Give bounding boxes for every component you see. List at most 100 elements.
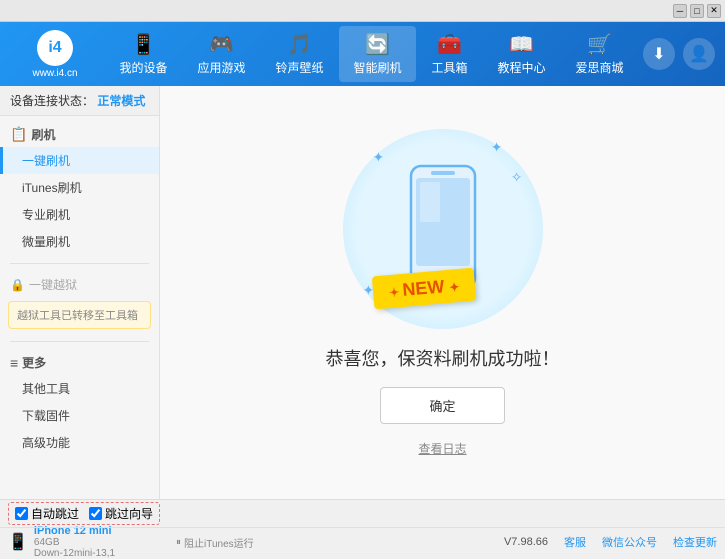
nav-my-device[interactable]: 📱 我的设备 (105, 26, 181, 82)
my-device-icon: 📱 (131, 32, 156, 57)
phone-wrap: NEW (403, 162, 483, 295)
content-area: ✦ ✦ ✦ ✧ (160, 86, 725, 499)
nav-tutorials[interactable]: 📖 教程中心 (484, 26, 560, 82)
divider-2 (10, 341, 149, 342)
device-storage: 64GB (34, 537, 115, 548)
bottom-bottom-row: 📱 iPhone 12 mini 64GB Down-12mini-13,1 ⏸… (0, 528, 725, 556)
sidebar-download-firmware[interactable]: 下载固件 (0, 402, 159, 429)
success-message: 恭喜您，保资料刷机成功啦！ (326, 345, 560, 371)
pro-flash-label: 专业刷机 (22, 208, 70, 222)
bottom-area: 自动跳过 跳过向导 📱 iPhone 12 mini 64GB Down-12m… (0, 499, 725, 556)
one-key-flash-label: 一键刷机 (22, 154, 70, 168)
skip-wizard-checkbox[interactable]: 跳过向导 (89, 505, 153, 522)
nav-right-area: ⬇ 👤 (643, 38, 715, 70)
more-section: ≡ 更多 其他工具 下载固件 高级功能 (0, 344, 159, 462)
device-phone-icon: 📱 (8, 532, 28, 552)
auto-skip-input[interactable] (15, 507, 28, 520)
flash-section: 📋 刷机 一键刷机 iTunes刷机 专业刷机 微量刷机 (0, 116, 159, 261)
logo-char: i4 (48, 39, 61, 57)
confirm-button[interactable]: 确定 (380, 387, 504, 424)
auto-skip-checkbox[interactable]: 自动跳过 (15, 505, 79, 522)
jailbreak-section: 🔒 一键越狱 越狱工具已转移至工具箱 (0, 266, 159, 339)
auto-skip-label: 自动跳过 (31, 505, 79, 522)
nav-store-label: 爱思商城 (576, 59, 624, 76)
smart-flash-icon: 🔄 (365, 32, 390, 57)
jailbreak-notice: 越狱工具已转移至工具箱 (8, 301, 151, 329)
other-tools-label: 其他工具 (22, 382, 70, 396)
success-area: ✦ ✦ ✦ ✧ (326, 129, 560, 457)
sidebar: 设备连接状态： 正常模式 📋 刷机 一键刷机 iTunes刷机 专业刷机 微量刷… (0, 86, 160, 499)
toolbox-icon: 🧰 (437, 32, 462, 57)
user-btn[interactable]: 👤 (683, 38, 715, 70)
tutorials-icon: 📖 (509, 32, 534, 57)
header: i4 www.i4.cn 📱 我的设备 🎮 应用游戏 🎵 铃声壁纸 🔄 智能刷机… (0, 22, 725, 86)
nav-toolbox-label: 工具箱 (432, 59, 468, 76)
sidebar-pro-flash[interactable]: 专业刷机 (0, 201, 159, 228)
nav-apps-label: 应用游戏 (197, 59, 245, 76)
sparkle-1: ✦ (373, 149, 385, 166)
store-icon: 🛒 (587, 32, 612, 57)
nav-toolbox[interactable]: 🧰 工具箱 (418, 26, 482, 82)
new-badge: NEW (371, 268, 476, 310)
secondary-link[interactable]: 查看日志 (418, 440, 466, 457)
more-section-header: ≡ 更多 (0, 350, 159, 375)
title-bar: ─ □ ✕ (0, 0, 725, 22)
more-section-icon: ≡ (10, 355, 18, 371)
more-section-title: 更多 (22, 354, 46, 371)
skip-wizard-label: 跳过向导 (105, 505, 153, 522)
check-update-link[interactable]: 检查更新 (673, 534, 717, 550)
sidebar-itunes-flash[interactable]: iTunes刷机 (0, 174, 159, 201)
micro-flash-label: 微量刷机 (22, 235, 70, 249)
nav-smart-flash-label: 智能刷机 (353, 59, 401, 76)
sidebar-advanced[interactable]: 高级功能 (0, 429, 159, 456)
itunes-status-label: 阻止iTunes运行 (184, 535, 254, 550)
version-label: V7.98.66 (504, 536, 548, 548)
skip-wizard-input[interactable] (89, 507, 102, 520)
sparkle-4: ✧ (511, 169, 523, 186)
sidebar-micro-flash[interactable]: 微量刷机 (0, 228, 159, 255)
customer-service-link[interactable]: 客服 (564, 534, 586, 550)
maximize-btn[interactable]: □ (690, 4, 704, 18)
itunes-status-icon: ⏸ (176, 537, 181, 548)
nav-bar: 📱 我的设备 🎮 应用游戏 🎵 铃声壁纸 🔄 智能刷机 🧰 工具箱 📖 教程中心… (100, 26, 643, 82)
download-btn[interactable]: ⬇ (643, 38, 675, 70)
nav-my-device-label: 我的设备 (119, 59, 167, 76)
minimize-btn[interactable]: ─ (673, 4, 687, 18)
main-area: 设备连接状态： 正常模式 📋 刷机 一键刷机 iTunes刷机 专业刷机 微量刷… (0, 86, 725, 499)
device-details: iPhone 12 mini 64GB Down-12mini-13,1 (34, 525, 115, 559)
window-controls: ─ □ ✕ (673, 4, 721, 18)
flash-section-icon: 📋 (10, 126, 27, 143)
illustration-bg: ✦ ✦ ✦ ✧ (343, 129, 543, 329)
bottom-right: V7.98.66 客服 微信公众号 检查更新 (254, 534, 717, 550)
bottom-top-row: 自动跳过 跳过向导 (0, 500, 725, 528)
flash-section-header: 📋 刷机 (0, 122, 159, 147)
nav-smart-flash[interactable]: 🔄 智能刷机 (339, 26, 415, 82)
lock-icon: 🔒 (10, 278, 25, 292)
sparkle-2: ✦ (491, 139, 503, 156)
nav-ringtone[interactable]: 🎵 铃声壁纸 (261, 26, 337, 82)
connection-status: 设备连接状态： 正常模式 (0, 86, 159, 116)
close-btn[interactable]: ✕ (707, 4, 721, 18)
advanced-label: 高级功能 (22, 436, 70, 450)
apps-icon: 🎮 (209, 32, 234, 57)
nav-ringtone-label: 铃声壁纸 (275, 59, 323, 76)
itunes-flash-label: iTunes刷机 (22, 181, 82, 195)
wechat-link[interactable]: 微信公众号 (602, 534, 657, 550)
sidebar-other-tools[interactable]: 其他工具 (0, 375, 159, 402)
logo-subtext: www.i4.cn (32, 68, 77, 79)
jailbreak-header: 🔒 一键越狱 (0, 272, 159, 297)
status-label: 设备连接状态： (10, 94, 94, 108)
jailbreak-notice-text: 越狱工具已转移至工具箱 (17, 310, 138, 322)
device-firmware: Down-12mini-13,1 (34, 548, 115, 559)
ringtone-icon: 🎵 (287, 32, 312, 57)
download-firmware-label: 下载固件 (22, 409, 70, 423)
logo-icon: i4 (37, 30, 73, 66)
divider-1 (10, 263, 149, 264)
status-value: 正常模式 (97, 94, 145, 108)
jailbreak-label: 一键越狱 (29, 276, 77, 293)
flash-section-title: 刷机 (31, 126, 55, 143)
nav-tutorials-label: 教程中心 (498, 59, 546, 76)
nav-apps[interactable]: 🎮 应用游戏 (183, 26, 259, 82)
sidebar-one-key-flash[interactable]: 一键刷机 (0, 147, 159, 174)
nav-store[interactable]: 🛒 爱思商城 (562, 26, 638, 82)
